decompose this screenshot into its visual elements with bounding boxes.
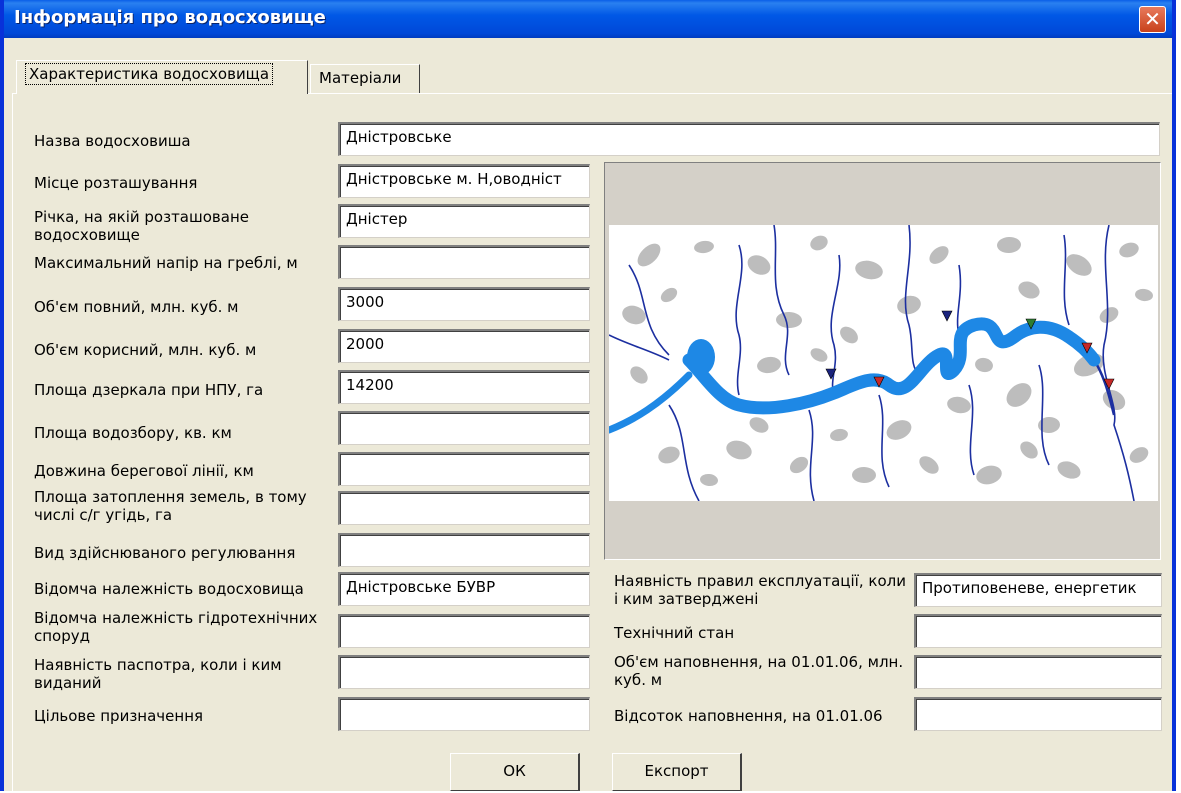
location-field[interactable]: Дністровське м. Н,оводніст <box>338 164 590 198</box>
max-dam-head-label: Максимальний напір на греблі, м <box>34 254 298 272</box>
regulation-type-label: Вид здійснюваного регулювання <box>34 544 296 562</box>
close-button[interactable]: ✕ <box>1139 6 1166 33</box>
fill-percent-label: Відсоток наповнення, на 01.01.06 <box>614 707 883 725</box>
purpose-field[interactable] <box>338 697 590 731</box>
structures-ownership-label: Відомча належність гідротехнічних споруд <box>34 609 318 645</box>
operation-rules-field[interactable]: Протиповеневе, енергетик <box>914 573 1162 607</box>
ok-button[interactable]: ОК <box>450 753 580 791</box>
shoreline-length-label: Довжина берегової лінії, км <box>34 462 254 480</box>
shoreline-length-field[interactable] <box>338 452 590 486</box>
passport-label: Наявність паспотра, коли і ким виданий <box>34 656 282 692</box>
catchment-area-field[interactable] <box>338 411 590 445</box>
surface-area-label: Площа дзеркала при НПУ, га <box>34 381 264 399</box>
tab-characteristics[interactable]: Характеристика водосховища <box>16 60 308 94</box>
max-dam-head-field[interactable] <box>338 245 590 279</box>
map-panel <box>604 162 1161 560</box>
useful-volume-field[interactable]: 2000 <box>338 329 590 363</box>
regulation-type-field[interactable] <box>338 533 590 567</box>
window-title: Інформація про водосховище <box>14 7 326 28</box>
title-bar[interactable]: Інформація про водосховище ✕ <box>4 0 1172 38</box>
location-label: Місце розташування <box>34 174 198 192</box>
passport-field[interactable] <box>338 655 590 689</box>
technical-state-label: Технічний стан <box>614 624 735 642</box>
reservoir-name-field[interactable]: Дністровське <box>338 122 1160 156</box>
surface-area-field[interactable]: 14200 <box>338 370 590 404</box>
fill-volume-field[interactable] <box>914 655 1162 689</box>
useful-volume-label: Об'єм корисний, млн. куб. м <box>34 341 257 359</box>
reservoir-name-label: Назва водосховиша <box>34 132 191 150</box>
tab-materials[interactable]: Матеріали <box>310 64 420 94</box>
flooded-area-label: Площа затоплення земель, в тому числі с/… <box>34 488 307 524</box>
flooded-area-field[interactable] <box>338 491 590 525</box>
purpose-label: Цільове призначення <box>34 707 204 725</box>
tab-characteristics-label: Характеристика водосховища <box>25 63 274 85</box>
fill-percent-field[interactable] <box>914 697 1162 731</box>
reservoir-map <box>609 225 1158 501</box>
reservoir-info-window: Інформація про водосховище ✕ Характерист… <box>0 0 1176 793</box>
river-label: Річка, на якій розташоване водосховище <box>34 208 249 244</box>
export-button[interactable]: Експорт <box>612 753 742 791</box>
close-icon: ✕ <box>1144 7 1161 31</box>
operation-rules-label: Наявність правил експлуатації, коли і ки… <box>614 572 906 608</box>
tab-materials-label: Матеріали <box>319 69 402 87</box>
structures-ownership-field[interactable] <box>338 614 590 648</box>
fill-volume-label: Об'єм наповнення, на 01.01.06, млн. куб.… <box>614 653 904 689</box>
reservoir-ownership-label: Відомча належність водосховища <box>34 580 304 598</box>
reservoir-head <box>687 339 715 375</box>
technical-state-field[interactable] <box>914 614 1162 648</box>
total-volume-label: Об'єм повний, млн. куб. м <box>34 298 239 316</box>
catchment-area-label: Площа водозбору, кв. км <box>34 424 232 442</box>
total-volume-field[interactable]: 3000 <box>338 287 590 321</box>
river-field[interactable]: Дністер <box>338 204 590 238</box>
reservoir-ownership-field[interactable]: Дністровське БУВР <box>338 572 590 606</box>
